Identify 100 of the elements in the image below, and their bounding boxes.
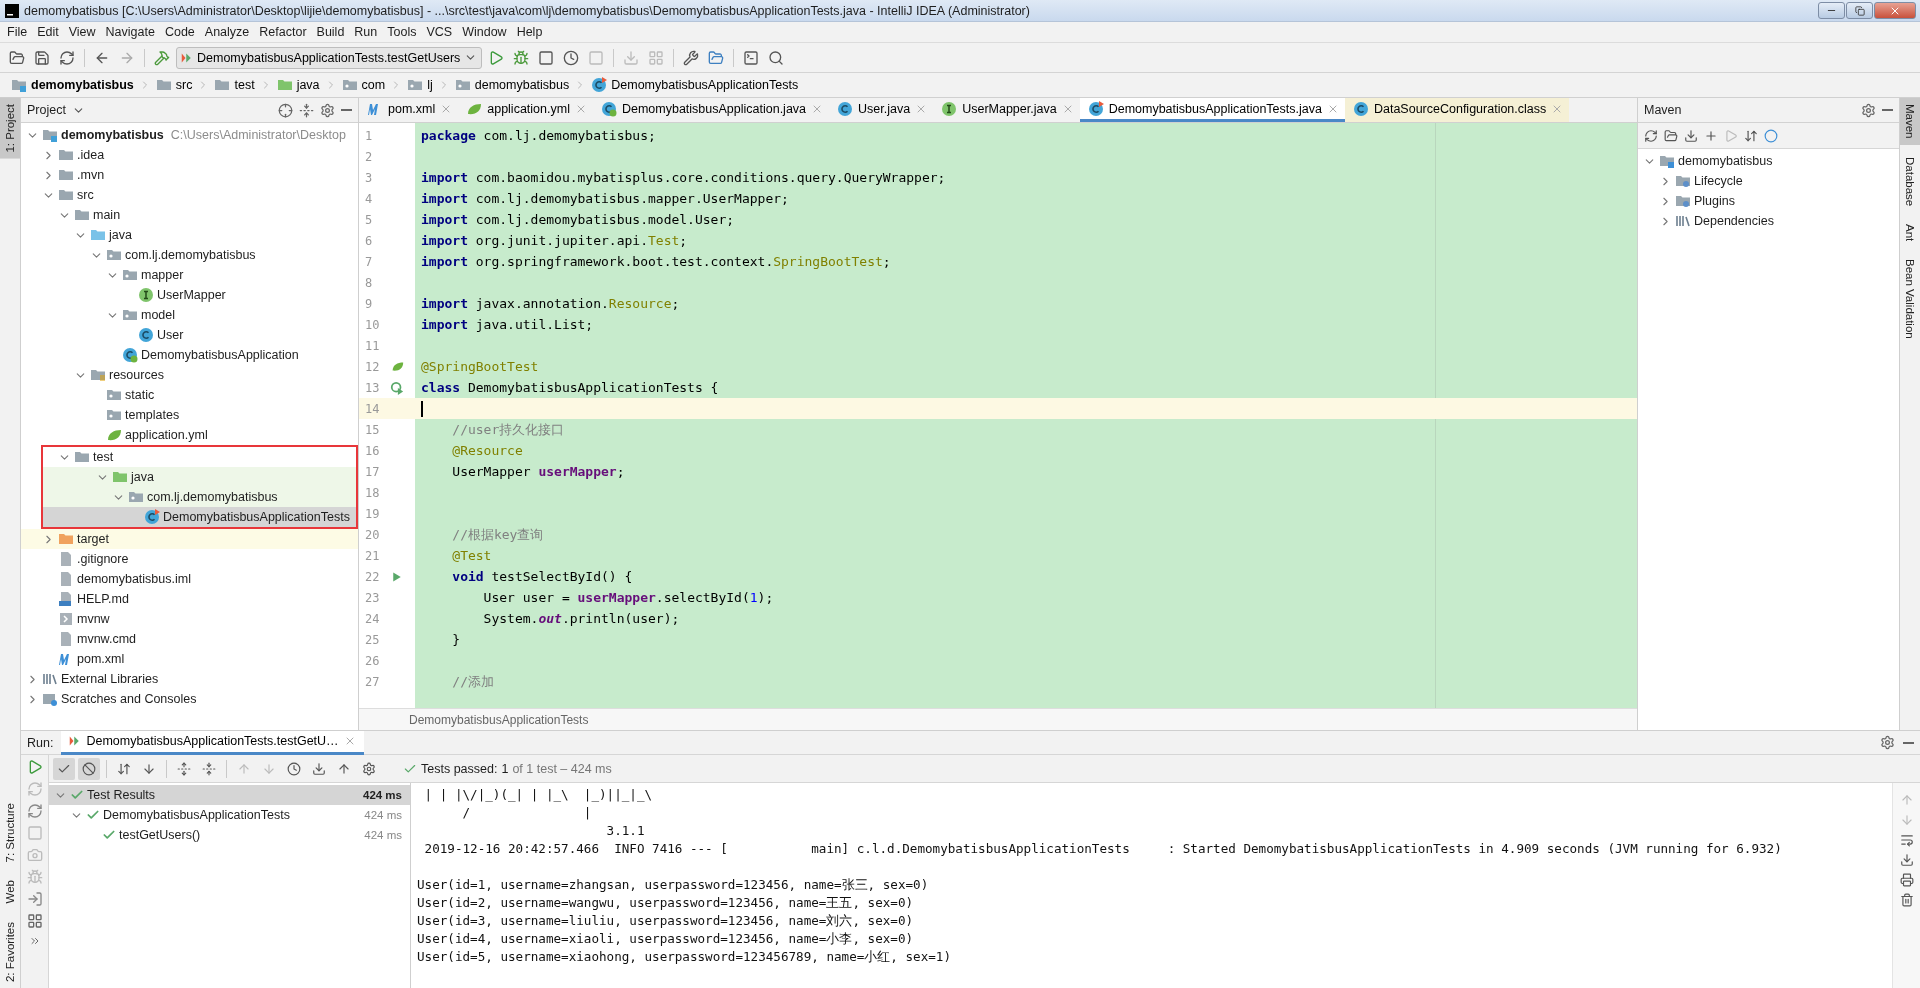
run-configuration-dropdown[interactable]: DemomybatisbusApplicationTests.testGetUsers (176, 46, 483, 69)
breadcrumb[interactable]: java (273, 77, 323, 93)
test-result-item[interactable]: Test Results 424 ms (49, 785, 410, 805)
breadcrumb[interactable]: test (211, 77, 258, 93)
tool-window-tab[interactable]: 7: Structure (0, 797, 20, 869)
tree-item[interactable]: DemomybatisbusApplicationTests (43, 507, 356, 527)
folder-icon (58, 167, 74, 183)
code-line: import com.baomidou.mybatisplus.core.conditions.query.QueryWrapper; (421, 170, 946, 185)
breadcrumb[interactable]: demomybatisbus (8, 77, 137, 93)
test-result-item[interactable]: DemomybatisbusApplicationTests 424 ms (49, 805, 410, 825)
tree-item[interactable]: model (21, 305, 358, 325)
run-tab[interactable]: DemomybatisbusApplicationTests.testGetU… (61, 730, 364, 755)
menu-item[interactable]: View (63, 25, 101, 39)
breadcrumb[interactable]: src (152, 77, 196, 93)
tree-item[interactable]: demomybatisbus.iml (21, 569, 358, 589)
tree-item[interactable]: static (21, 385, 358, 405)
tree-item[interactable]: pom.xml (21, 649, 358, 669)
menu-item[interactable]: Refactor (254, 25, 312, 39)
menu-item[interactable]: VCS (421, 25, 458, 39)
show-passed-button[interactable] (53, 757, 75, 780)
tree-item[interactable]: src (21, 185, 358, 205)
editor-tab[interactable]: UserMapper.java (933, 98, 1080, 122)
menu-item[interactable]: Navigate (100, 25, 160, 39)
editor-tab[interactable]: DemomybatisbusApplication.java (592, 98, 830, 122)
tree-item[interactable]: main (21, 205, 358, 225)
editor-tab[interactable]: pom.xml (359, 98, 459, 122)
line-number: 14 (364, 401, 381, 416)
menu-item[interactable]: Code (159, 25, 200, 39)
tool-window-tab[interactable]: Database (1900, 150, 1920, 212)
tree-item[interactable]: .gitignore (21, 549, 358, 569)
tree-item[interactable]: User (21, 325, 358, 345)
tree-item[interactable]: DemomybatisbusApplication (21, 345, 358, 365)
tree-item[interactable]: mvnw.cmd (21, 629, 358, 649)
tree-item[interactable]: Plugins (1638, 191, 1899, 211)
tree-item[interactable]: com.lj.demomybatisbus (21, 245, 358, 265)
tree-item[interactable]: Lifecycle (1638, 171, 1899, 191)
tree-item[interactable]: External Libraries (21, 669, 358, 689)
more-icon (28, 935, 41, 947)
menu-item[interactable]: Help (511, 25, 548, 39)
project-path: C:\Users\Administrator\Desktop (170, 128, 346, 142)
tree-item[interactable]: test (43, 447, 356, 467)
tool-window-tab[interactable]: 2: Favorites (0, 915, 20, 988)
print-icon (1899, 873, 1914, 887)
tree-item[interactable]: .mvn (21, 165, 358, 185)
console-line: User(id=1, username=zhangsan, userpassword=123456, name=张三, sex=0) (417, 876, 930, 894)
ban-icon (82, 761, 96, 776)
editor-tab[interactable]: application.yml (458, 98, 593, 122)
menu-item[interactable]: Edit (32, 25, 64, 39)
test-result-item[interactable]: testGetUsers() 424 ms (49, 825, 410, 845)
breadcrumb[interactable]: DemomybatisbusApplicationTests (409, 712, 589, 727)
toggle-icon (1744, 128, 1758, 143)
tree-item[interactable]: Scratches and Consoles (21, 689, 358, 709)
check-icon (102, 828, 116, 842)
tool-window-tab[interactable]: 1: Project (0, 98, 20, 159)
tool-window-tab[interactable]: Maven (1900, 98, 1920, 145)
tool-window-tab[interactable]: Web (0, 874, 20, 910)
menu-item[interactable]: Build (311, 25, 350, 39)
tree-item[interactable]: templates (21, 405, 358, 425)
breadcrumb[interactable]: lj (404, 77, 436, 93)
tree-item[interactable]: mapper (21, 265, 358, 285)
show-ignored-button[interactable] (78, 757, 100, 780)
folder-icon (58, 531, 74, 547)
menu-item[interactable]: File (2, 25, 33, 39)
breadcrumb[interactable]: com (338, 77, 389, 93)
folder-icon (1664, 128, 1678, 143)
tree-item[interactable]: demomybatisbus (1638, 151, 1899, 171)
tree-item[interactable]: target (21, 529, 358, 549)
line-number: 25 (364, 632, 381, 647)
tree-item[interactable]: demomybatisbus C:\Users\Administrator\Desktop (21, 125, 358, 145)
tree-item[interactable]: HELP.md (21, 589, 358, 609)
editor-tab[interactable]: DemomybatisbusApplicationTests.java (1079, 98, 1345, 122)
menu-item[interactable]: Analyze (199, 25, 255, 39)
menu-item[interactable]: Run (349, 25, 383, 39)
minimize-icon (341, 109, 352, 111)
tree-item[interactable]: resources (21, 365, 358, 385)
package-icon (122, 267, 138, 283)
tree-item[interactable]: application.yml (21, 425, 358, 445)
breadcrumb[interactable]: demomybatisbus (451, 77, 573, 93)
console-line: 3.1.1 (605, 822, 646, 840)
tree-item[interactable]: Dependencies (1638, 211, 1899, 231)
editor-tab[interactable]: DataSourceConfiguration.class (1344, 98, 1570, 122)
restore-button[interactable] (1846, 2, 1873, 19)
menu-item[interactable]: Tools (382, 25, 422, 39)
tree-item[interactable]: java (21, 225, 358, 245)
tree-item[interactable]: UserMapper (21, 285, 358, 305)
menu-item[interactable]: Window (457, 25, 512, 39)
minimize-button[interactable] (1818, 2, 1845, 19)
breadcrumb[interactable]: DemomybatisbusApplicationTests (588, 77, 802, 93)
close-button[interactable] (1874, 2, 1916, 19)
status-count: 1 (501, 761, 509, 776)
tree-item[interactable]: mvnw (21, 609, 358, 629)
tool-window-tab[interactable]: Ant (1900, 217, 1920, 248)
tool-window-tab[interactable]: Bean Validation (1900, 253, 1920, 345)
tree-item[interactable]: .idea (21, 145, 358, 165)
tree-item[interactable]: java (43, 467, 356, 487)
tree-item[interactable]: com.lj.demomybatisbus (43, 487, 356, 507)
hammer-icon (154, 49, 170, 66)
folder-icon (11, 77, 27, 93)
line-number: 21 (364, 548, 381, 563)
editor-tab[interactable]: User.java (829, 98, 934, 122)
